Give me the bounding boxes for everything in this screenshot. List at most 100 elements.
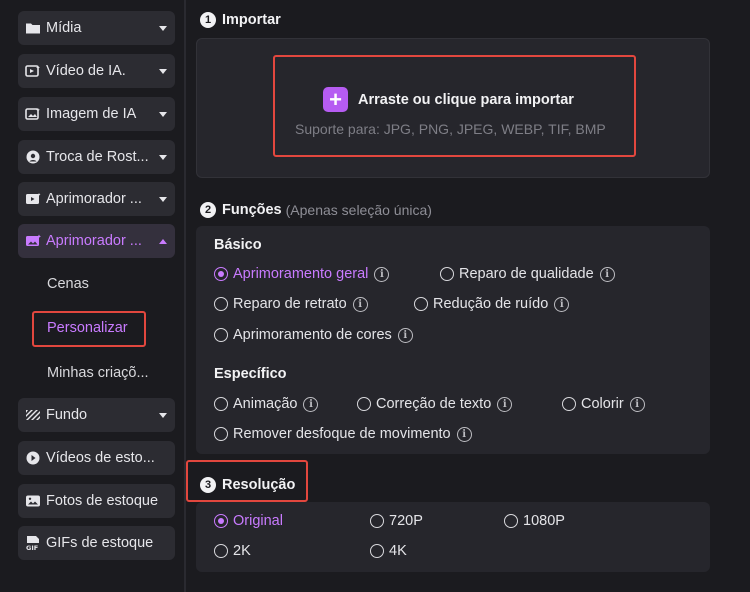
sidebar-item-label: Troca de Rost... — [46, 149, 149, 165]
sidebar-item-label: Mídia — [46, 20, 82, 36]
sidebar: Mídia Vídeo de IA. Imagem de IA Troca de… — [0, 0, 184, 592]
radio-icon — [214, 427, 228, 441]
radio-icon — [214, 297, 228, 311]
import-section-title: Importar — [222, 12, 281, 28]
sidebar-item-stock-photos[interactable]: Fotos de estoque — [18, 484, 175, 518]
sidebar-item-label: Fotos de estoque — [46, 493, 159, 509]
chevron-down-icon — [159, 154, 167, 160]
option-colorize[interactable]: Colorir i — [562, 396, 645, 412]
option-animation[interactable]: Animação i — [214, 396, 319, 412]
gif-icon: GIF — [24, 535, 42, 551]
photo-icon — [24, 493, 42, 509]
import-section-header: 1 Importar — [200, 12, 281, 28]
sidebar-item-video-enhancer[interactable]: Aprimorador ... — [18, 182, 175, 216]
info-icon[interactable]: i — [456, 426, 472, 442]
info-icon[interactable]: i — [397, 327, 413, 343]
radio-selected-icon — [214, 514, 228, 528]
option-portrait-repair[interactable]: Reparo de retrato i — [214, 296, 368, 312]
info-icon[interactable]: i — [629, 396, 645, 412]
specific-group-title: Específico — [214, 366, 287, 382]
sidebar-item-label: Aprimorador ... — [46, 233, 142, 249]
sidebar-item-label: GIFs de estoque — [46, 535, 154, 551]
option-color-enhancement[interactable]: Aprimoramento de cores i — [214, 327, 413, 343]
option-label: Aprimoramento geral — [233, 266, 369, 282]
info-icon[interactable]: i — [497, 396, 513, 412]
functions-panel: Básico Aprimoramento geral i Reparo de q… — [196, 226, 710, 454]
functions-section-note: (Apenas seleção única) — [285, 202, 432, 218]
radio-icon — [562, 397, 576, 411]
play-icon — [24, 450, 42, 466]
sidebar-subitem-my-creations[interactable]: Minhas criaçõ... — [47, 365, 149, 381]
option-resolution-4k[interactable]: 4K — [370, 543, 407, 559]
sidebar-item-face-swap[interactable]: Troca de Rost... — [18, 140, 175, 174]
option-label: Aprimoramento de cores — [233, 327, 392, 343]
chevron-down-icon — [159, 68, 167, 74]
radio-icon — [214, 328, 228, 342]
option-label: Reparo de retrato — [233, 296, 347, 312]
step-number-badge: 3 — [200, 477, 216, 493]
sidebar-item-label: Imagem de IA — [46, 106, 137, 122]
background-icon — [24, 407, 42, 423]
functions-section-header: 2 Funções (Apenas seleção única) — [200, 202, 432, 218]
radio-icon — [370, 514, 384, 528]
option-quality-repair[interactable]: Reparo de qualidade i — [440, 266, 615, 282]
radio-icon — [440, 267, 454, 281]
radio-icon — [214, 544, 228, 558]
import-dropzone[interactable]: + Arraste ou clique para importar Suport… — [273, 55, 636, 157]
option-label: Redução de ruído — [433, 296, 549, 312]
step-number-badge: 2 — [200, 202, 216, 218]
option-label: Colorir — [581, 396, 624, 412]
info-icon[interactable]: i — [352, 296, 368, 312]
option-label: Animação — [233, 396, 298, 412]
option-label: 720P — [389, 513, 423, 529]
face-swap-icon — [24, 149, 42, 165]
sidebar-item-ai-image[interactable]: Imagem de IA — [18, 97, 175, 131]
import-panel: + Arraste ou clique para importar Suport… — [196, 38, 710, 178]
option-resolution-720p[interactable]: 720P — [370, 513, 423, 529]
ai-image-icon — [24, 106, 42, 122]
sidebar-item-label: Fundo — [46, 407, 88, 423]
sidebar-item-stock-gifs[interactable]: GIF GIFs de estoque — [18, 526, 175, 560]
option-remove-motion-blur[interactable]: Remover desfoque de movimento i — [214, 426, 472, 442]
radio-icon — [504, 514, 518, 528]
sidebar-subitem-scenes[interactable]: Cenas — [47, 276, 89, 292]
option-noise-reduction[interactable]: Redução de ruído i — [414, 296, 570, 312]
plus-icon: + — [323, 87, 348, 112]
sidebar-item-image-enhancer[interactable]: Aprimorador ... — [18, 224, 175, 258]
option-label: Reparo de qualidade — [459, 266, 594, 282]
chevron-down-icon — [159, 111, 167, 117]
option-resolution-1080p[interactable]: 1080P — [504, 513, 565, 529]
sidebar-item-label: Vídeo de IA. — [46, 63, 126, 79]
sidebar-item-ai-video[interactable]: Vídeo de IA. — [18, 54, 175, 88]
video-enhancer-icon — [24, 191, 42, 207]
chevron-up-icon — [159, 238, 167, 244]
svg-text:GIF: GIF — [26, 544, 38, 551]
radio-icon — [370, 544, 384, 558]
info-icon[interactable]: i — [374, 266, 390, 282]
ai-video-icon — [24, 63, 42, 79]
main-panel: 1 Importar + Arraste ou clique para impo… — [186, 0, 750, 592]
radio-selected-icon — [214, 267, 228, 281]
functions-section-title: Funções — [222, 202, 282, 218]
sidebar-item-background[interactable]: Fundo — [18, 398, 175, 432]
sidebar-item-label: Vídeos de esto... — [46, 450, 155, 466]
image-enhancer-icon — [24, 233, 42, 249]
sidebar-item-label: Aprimorador ... — [46, 191, 142, 207]
folder-icon — [24, 20, 42, 36]
option-label: Correção de texto — [376, 396, 492, 412]
radio-icon — [357, 397, 371, 411]
import-button[interactable]: + Arraste ou clique para importar — [323, 87, 574, 112]
info-icon[interactable]: i — [303, 396, 319, 412]
option-label: Original — [233, 513, 283, 529]
sidebar-item-media[interactable]: Mídia — [18, 11, 175, 45]
option-general-enhancement[interactable]: Aprimoramento geral i — [214, 266, 390, 282]
resolution-panel: Original 720P 1080P 2K 4K — [196, 502, 710, 572]
import-button-label: Arraste ou clique para importar — [358, 91, 574, 108]
sidebar-item-stock-videos[interactable]: Vídeos de esto... — [18, 441, 175, 475]
info-icon[interactable]: i — [554, 296, 570, 312]
option-text-correction[interactable]: Correção de texto i — [357, 396, 513, 412]
option-resolution-original[interactable]: Original — [214, 513, 283, 529]
info-icon[interactable]: i — [599, 266, 615, 282]
option-resolution-2k[interactable]: 2K — [214, 543, 251, 559]
resolution-section-header: 3 Resolução — [200, 477, 295, 493]
